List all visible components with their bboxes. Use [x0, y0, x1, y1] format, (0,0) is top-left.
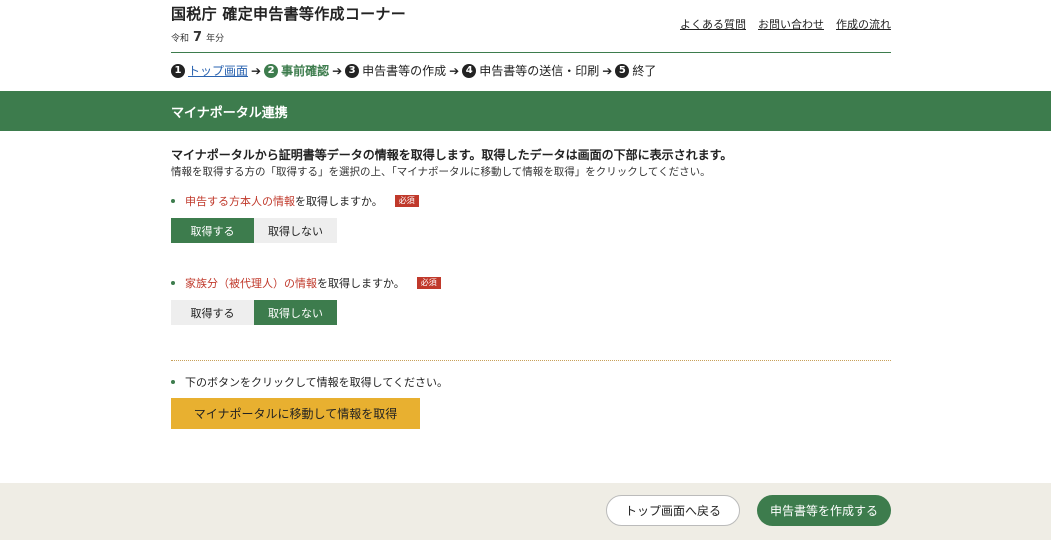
- step-top-link[interactable]: トップ画面: [188, 62, 248, 79]
- tax-year: 令和 7 年分: [171, 30, 224, 45]
- step-send-print: 4 申告書等の送信・印刷: [462, 62, 599, 79]
- app-title: 国税庁 確定申告書等作成コーナー: [171, 5, 407, 23]
- step-top: 1 トップ画面: [171, 62, 248, 79]
- progress-steps: 1 トップ画面 ➔ 2 事前確認 ➔ 3 申告書等の作成 ➔ 4 申告書等の送信…: [171, 62, 656, 79]
- step-create: 3 申告書等の作成: [345, 62, 446, 79]
- step-create-label: 申告書等の作成: [362, 64, 447, 78]
- bullet-icon: [171, 380, 175, 384]
- mynaportal-get-info-button[interactable]: マイナポータルに移動して情報を取得: [171, 398, 420, 429]
- self-acquire-toggle: 取得する 取得しない: [171, 218, 337, 243]
- section-banner: マイナポータル連携: [0, 91, 1051, 131]
- instruction-note: 下のボタンをクリックして情報を取得してください。: [171, 374, 448, 390]
- family-acquire-yes-button[interactable]: 取得する: [171, 300, 254, 325]
- step-precheck: 2 事前確認: [264, 62, 329, 79]
- create-return-button[interactable]: 申告書等を作成する: [757, 495, 891, 526]
- arrow-right-icon: ➔: [332, 63, 343, 78]
- arrow-right-icon: ➔: [251, 63, 262, 78]
- page-title: マイナポータル連携: [171, 106, 288, 121]
- intro-heading: マイナポータルから証明書等データの情報を取得します。取得したデータは画面の下部に…: [171, 148, 733, 162]
- step-number-icon: 4: [462, 63, 477, 78]
- question-self-highlight: 申告する方本人の情報: [185, 195, 295, 208]
- bullet-icon: [171, 199, 175, 203]
- era-prefix: 令和: [171, 34, 190, 44]
- self-acquire-no-button[interactable]: 取得しない: [254, 218, 337, 243]
- question-family-highlight: 家族分（被代理人）の情報: [185, 277, 317, 290]
- back-to-top-button[interactable]: トップ画面へ戻る: [606, 495, 740, 526]
- step-finish: 5 終了: [615, 62, 656, 79]
- question-family: 家族分（被代理人）の情報 を取得しますか。 必須: [171, 275, 441, 291]
- step-send-print-label: 申告書等の送信・印刷: [479, 64, 600, 78]
- section-divider: [171, 360, 891, 361]
- arrow-right-icon: ➔: [449, 63, 460, 78]
- faq-link[interactable]: よくある質問: [680, 16, 746, 32]
- header-divider: [171, 52, 891, 53]
- step-finish-label: 終了: [632, 64, 657, 78]
- family-acquire-toggle: 取得する 取得しない: [171, 300, 337, 325]
- era-year: 7: [193, 30, 203, 45]
- footer-bar: トップ画面へ戻る 申告書等を作成する: [0, 483, 1051, 540]
- step-number-icon: 1: [171, 63, 185, 78]
- contact-link[interactable]: お問い合わせ: [758, 16, 824, 32]
- question-family-text: を取得しますか。: [317, 277, 405, 290]
- flow-link[interactable]: 作成の流れ: [836, 16, 891, 32]
- step-number-icon: 2: [264, 63, 279, 78]
- self-acquire-yes-button[interactable]: 取得する: [171, 218, 254, 243]
- required-badge: 必須: [416, 277, 441, 289]
- question-self: 申告する方本人の情報 を取得しますか。 必須: [171, 193, 419, 209]
- arrow-right-icon: ➔: [602, 63, 613, 78]
- family-acquire-no-button[interactable]: 取得しない: [254, 300, 337, 325]
- bullet-icon: [171, 281, 175, 285]
- instruction-note-text: 下のボタンをクリックして情報を取得してください。: [185, 376, 449, 389]
- step-number-icon: 3: [345, 63, 360, 78]
- header-links: よくある質問 お問い合わせ 作成の流れ: [680, 16, 891, 32]
- step-precheck-label: 事前確認: [281, 64, 330, 78]
- intro-instructions: 情報を取得する方の「取得する」を選択の上、「マイナポータルに移動して情報を取得」…: [171, 166, 711, 178]
- question-self-text: を取得しますか。: [295, 195, 383, 208]
- step-number-icon: 5: [615, 63, 630, 78]
- required-badge: 必須: [394, 195, 419, 207]
- era-suffix: 年分: [206, 34, 225, 44]
